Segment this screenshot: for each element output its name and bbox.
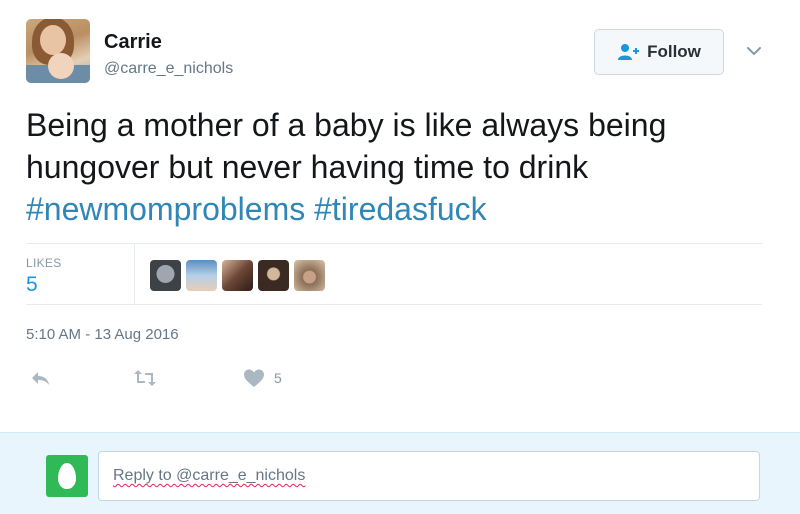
liker-avatar[interactable] <box>150 260 181 291</box>
liker-avatar[interactable] <box>294 260 325 291</box>
tweet-timestamp[interactable]: 5:10 AM - 13 Aug 2016 <box>26 326 179 343</box>
tweet-actions: 5 <box>26 366 426 392</box>
tweet-text: Being a mother of a baby is like always … <box>26 104 766 230</box>
tweet-hashtags: #newmomproblems #tiredasfuck <box>26 191 487 227</box>
avatar-baby-face-shape <box>48 53 74 79</box>
follow-button[interactable]: Follow <box>594 29 724 75</box>
follow-button-label: Follow <box>647 42 701 61</box>
liker-avatar[interactable] <box>186 260 217 291</box>
hashtag-link[interactable]: #newmomproblems <box>26 191 305 227</box>
retweet-button[interactable] <box>133 366 157 390</box>
like-count: 5 <box>274 370 282 386</box>
tweet-stats: LIKES 5 <box>26 243 762 305</box>
reply-button[interactable] <box>28 366 52 390</box>
likes-label: LIKES <box>26 256 62 270</box>
likes-count[interactable]: 5 <box>26 273 38 297</box>
reply-placeholder: Reply to @carre_e_nichols <box>113 467 306 484</box>
author-name[interactable]: Carrie <box>104 31 162 54</box>
heart-icon <box>244 369 264 387</box>
liker-avatar[interactable] <box>222 260 253 291</box>
reply-input[interactable]: Reply to @carre_e_nichols <box>98 451 760 501</box>
author-handle[interactable]: @carre_e_nichols <box>104 60 233 78</box>
tweet-card: Carrie @carre_e_nichols Follow Being a m… <box>0 0 800 432</box>
liker-avatar[interactable] <box>258 260 289 291</box>
likers-list <box>150 260 325 291</box>
egg-shape <box>58 463 76 489</box>
tweet-body: Being a mother of a baby is like always … <box>26 107 667 185</box>
hashtag-link[interactable]: #tiredasfuck <box>314 191 487 227</box>
author-avatar[interactable] <box>26 19 90 83</box>
follow-user-icon <box>618 44 640 60</box>
stats-divider <box>134 244 135 305</box>
chevron-down-icon[interactable] <box>745 42 763 60</box>
avatar-face-shape <box>40 25 66 55</box>
like-button[interactable]: 5 <box>242 366 282 390</box>
retweet-icon <box>134 370 156 386</box>
reply-icon <box>32 372 49 385</box>
egg-avatar-icon <box>46 455 88 497</box>
